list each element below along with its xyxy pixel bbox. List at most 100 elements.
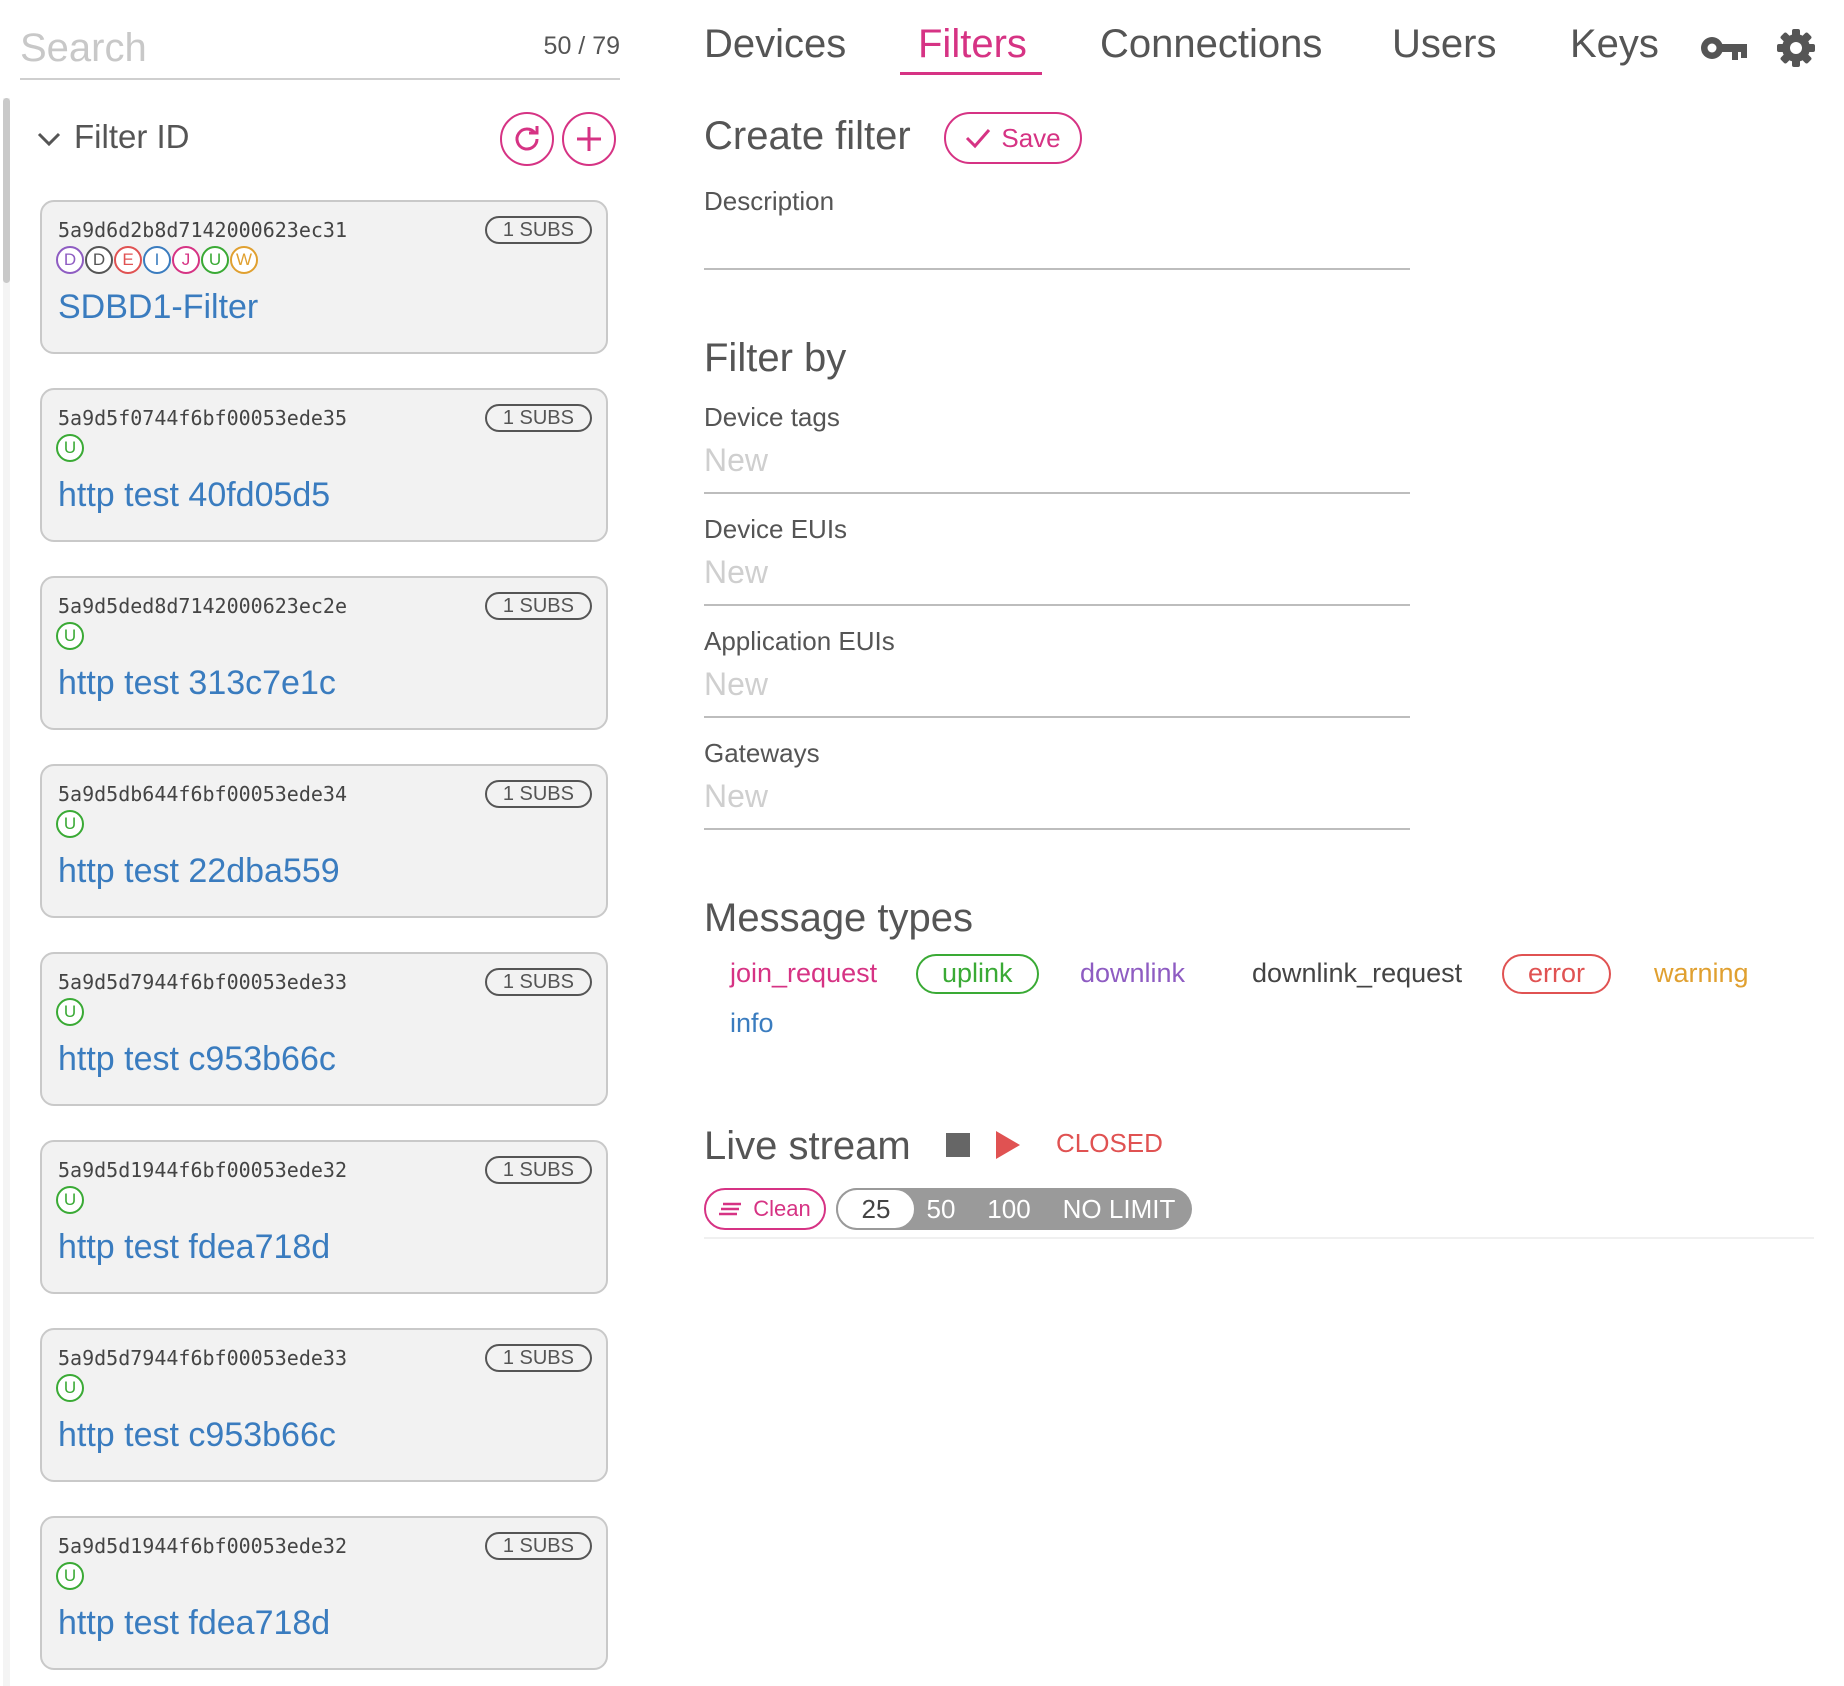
filter-id: 5a9d5ded8d7142000623ec2e [58, 594, 347, 618]
chevron-down-icon[interactable] [36, 126, 62, 152]
message-type-uplink[interactable]: uplink [916, 954, 1039, 994]
checkmark-icon [966, 129, 991, 149]
filter-name-link[interactable]: http test 40fd05d5 [58, 476, 330, 515]
scrollbar-thumb[interactable] [3, 98, 10, 283]
subs-badge: 1 SUBS [484, 1344, 592, 1372]
tab-devices[interactable]: Devices [704, 22, 846, 67]
filter-by-title: Filter by [704, 336, 847, 380]
filter-name-link[interactable]: http test c953b66c [58, 1416, 336, 1455]
filter-card[interactable]: 5a9d6d2b8d7142000623ec31 1 SUBS D D E I J U W SDB… [40, 200, 608, 354]
description-input[interactable] [704, 222, 1404, 266]
filter-card[interactable]: 5a9d5db644f6bf00053ede34 1 SUBS Uhttp test… [40, 764, 608, 918]
message-type-error[interactable]: error [1502, 954, 1612, 994]
tag-i-icon: I [143, 246, 171, 274]
create-filter-title: Create filter [704, 114, 911, 158]
filter-card[interactable]: 5a9d5d1944f6bf00053ede32 1 SUBS Uhttp test… [40, 1140, 608, 1294]
refresh-icon [515, 126, 539, 151]
filter-id: 5a9d5d1944f6bf00053ede32 [58, 1534, 347, 1558]
filter-id: 5a9d5f0744f6bf00053ede35 [58, 406, 347, 430]
filter-name-link[interactable]: http test c953b66c [58, 1040, 336, 1079]
tag-u-icon: U [56, 998, 84, 1026]
active-tab-indicator [900, 72, 1042, 75]
sidebar-scrollbar[interactable] [3, 98, 10, 1686]
save-button[interactable]: Save [944, 112, 1082, 164]
live-stream-title: Live stream [704, 1124, 911, 1168]
message-type-tags: U [56, 1562, 85, 1590]
limit-option-100[interactable]: 100 [974, 1188, 1044, 1230]
subs-badge: 1 SUBS [484, 592, 592, 620]
refresh-button[interactable] [500, 112, 554, 166]
message-type-join-request[interactable]: join_request [730, 958, 877, 989]
subs-badge: 1 SUBS [484, 1532, 592, 1560]
tag-u-icon: U [56, 810, 84, 838]
filter-name-link[interactable]: http test 22dba559 [58, 852, 340, 891]
filter-card[interactable]: 5a9d5f0744f6bf00053ede35 1 SUBS Uhttp test… [40, 388, 608, 542]
filter-id: 5a9d5d1944f6bf00053ede32 [58, 1158, 347, 1182]
stream-status: CLOSED [1056, 1128, 1163, 1158]
gateways-input[interactable] [704, 774, 1404, 818]
application-euis-input[interactable] [704, 662, 1404, 706]
filter-name-link[interactable]: SDBD1-Filter [58, 288, 258, 327]
limit-option-25[interactable]: 25 [836, 1188, 916, 1230]
stream-divider [704, 1237, 1814, 1239]
message-type-downlink-request[interactable]: downlink_request [1252, 958, 1462, 989]
subs-badge: 1 SUBS [484, 216, 592, 244]
filter-id: 5a9d5d7944f6bf00053ede33 [58, 970, 347, 994]
search-input[interactable] [20, 22, 500, 74]
subs-badge: 1 SUBS [484, 404, 592, 432]
tab-connections[interactable]: Connections [1100, 22, 1322, 67]
message-type-info[interactable]: info [730, 1008, 774, 1039]
filter-list-header: Filter ID [36, 112, 624, 172]
gateways-label: Gateways [704, 738, 820, 768]
subs-badge: 1 SUBS [484, 1156, 592, 1184]
filter-id: 5a9d5db644f6bf00053ede34 [58, 782, 347, 806]
device-euis-underline [704, 604, 1410, 606]
tag-u-icon: U [56, 622, 84, 650]
message-type-downlink[interactable]: downlink [1080, 958, 1185, 989]
device-euis-input[interactable] [704, 550, 1404, 594]
filter-name-link[interactable]: http test fdea718d [58, 1228, 330, 1267]
clean-lines-icon [719, 1202, 742, 1216]
tag-d-icon: D [85, 246, 113, 274]
clean-button[interactable]: Clean [704, 1188, 826, 1230]
filter-card[interactable]: 5a9d5ded8d7142000623ec2e 1 SUBS Uhttp test… [40, 576, 608, 730]
filter-card[interactable]: 5a9d5d7944f6bf00053ede33 1 SUBS Uhttp test… [40, 1328, 608, 1482]
description-label: Description [704, 186, 835, 216]
filter-list-title: Filter ID [74, 118, 190, 155]
device-tags-label: Device tags [704, 402, 840, 432]
limit-selector: 25 50 100 NO LIMIT [836, 1188, 1192, 1230]
subs-badge: 1 SUBS [484, 780, 592, 808]
tab-keys[interactable]: Keys [1570, 22, 1659, 67]
gateways-underline [704, 828, 1410, 830]
gear-icon[interactable] [1776, 28, 1816, 68]
key-icon[interactable] [1700, 34, 1748, 62]
tab-filters[interactable]: Filters [918, 22, 1027, 67]
message-type-tags: U [56, 1374, 85, 1402]
filter-id: 5a9d6d2b8d7142000623ec31 [58, 218, 347, 242]
limit-option-no-limit[interactable]: NO LIMIT [1054, 1188, 1184, 1230]
search-result-count: 50 / 79 [543, 32, 620, 60]
message-type-tags: U [56, 434, 85, 462]
tag-u-icon: U [56, 1562, 84, 1590]
tag-u-icon: U [56, 1186, 84, 1214]
play-icon[interactable] [996, 1131, 1020, 1159]
plus-icon [577, 127, 601, 151]
device-tags-underline [704, 492, 1410, 494]
message-type-tags: U [56, 998, 85, 1026]
filter-name-link[interactable]: http test 313c7e1c [58, 664, 336, 703]
description-underline [704, 268, 1410, 270]
message-type-warning[interactable]: warning [1654, 958, 1749, 989]
filter-card[interactable]: 5a9d5d1944f6bf00053ede32 1 SUBS Uhttp test… [40, 1516, 608, 1670]
message-type-tags: U [56, 622, 85, 650]
device-tags-input[interactable] [704, 438, 1404, 482]
limit-option-50[interactable]: 50 [916, 1188, 966, 1230]
add-filter-button[interactable] [562, 112, 616, 166]
filter-card[interactable]: 5a9d5d7944f6bf00053ede33 1 SUBS Uhttp test… [40, 952, 608, 1106]
filter-name-link[interactable]: http test fdea718d [58, 1604, 330, 1643]
stop-icon[interactable] [946, 1133, 970, 1157]
tag-u-icon: U [56, 1374, 84, 1402]
tag-u-icon: U [56, 434, 84, 462]
tag-d-icon: D [56, 246, 84, 274]
tab-users[interactable]: Users [1392, 22, 1496, 67]
clean-label: Clean [753, 1196, 811, 1221]
